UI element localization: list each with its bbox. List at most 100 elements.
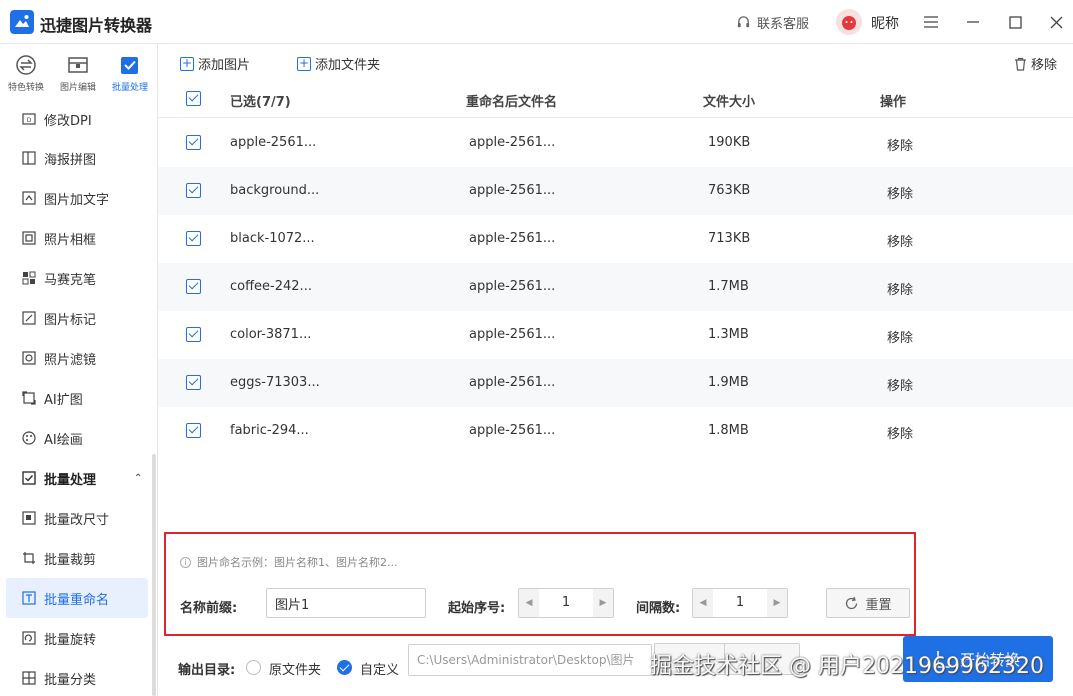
sidebar-item-add-text[interactable]: 图片加文字 [0, 178, 157, 218]
file-size: 1.8MB [708, 423, 749, 438]
row-checkbox[interactable] [186, 423, 201, 438]
start-index-value[interactable]: 1 [539, 589, 593, 617]
interval-value[interactable]: 1 [713, 589, 767, 617]
remove-all-button[interactable]: 移除 [1014, 54, 1057, 73]
table-row: coffee-242... apple-2561... 1.7MB 移除 [158, 263, 1073, 311]
row-checkbox[interactable] [186, 135, 201, 150]
sidebar-scrollbar[interactable] [152, 454, 156, 696]
file-name: fabric-294... [230, 423, 309, 438]
batch-group-icon [22, 471, 36, 485]
sidebar-item-ai-paint[interactable]: AI绘画 [0, 418, 157, 458]
start-index-stepper[interactable]: ◀ 1 ▶ [518, 588, 614, 618]
remove-row-button[interactable]: 移除 [887, 231, 913, 250]
table-row: fabric-294... apple-2561... 1.8MB 移除 [158, 407, 1073, 455]
sidebar-item-label: AI绘画 [44, 432, 83, 448]
maximize-button[interactable] [1004, 11, 1026, 33]
headset-icon [737, 16, 750, 28]
output-path-input[interactable]: C:\Users\Administrator\Desktop\图片 [408, 644, 652, 676]
close-button[interactable] [1045, 11, 1067, 33]
minimize-icon [967, 21, 979, 23]
sidebar-item-batch-rotate[interactable]: 批量旋转 [0, 618, 157, 658]
interval-stepper[interactable]: ◀ 1 ▶ [692, 588, 788, 618]
sidebar-item-label: 照片相框 [44, 232, 97, 248]
add-folder-icon: + [297, 55, 311, 71]
sidebar-item-label: 批量裁剪 [44, 552, 97, 568]
file-table: apple-2561... apple-2561... 190KB 移除 bac… [158, 119, 1073, 455]
sidebar-item-batch-classify[interactable]: 批量分类 [0, 658, 157, 696]
sidebar-item-label: 照片滤镜 [44, 352, 97, 368]
renamed-file-name: apple-2561... [469, 423, 556, 438]
row-checkbox[interactable] [186, 327, 201, 342]
topnav-batch[interactable]: 批量处理 [104, 48, 156, 93]
custom-folder-label[interactable]: 自定义 [360, 659, 399, 678]
sidebar-item-label: 修改DPI [44, 113, 92, 129]
row-checkbox[interactable] [186, 375, 201, 390]
sidebar-item-label: 批量重命名 [44, 592, 110, 608]
remove-row-button[interactable]: 移除 [887, 183, 913, 202]
file-size: 1.3MB [708, 327, 749, 342]
topnav-image-edit[interactable]: 图片编辑 [52, 48, 104, 93]
sidebar-item-mosaic[interactable]: 马赛克笔 [0, 258, 157, 298]
sidebar-item-poster[interactable]: 海报拼图 [0, 138, 157, 178]
topnav-special-convert[interactable]: 特色转换 [0, 48, 52, 93]
sidebar-item-batch-rename[interactable]: 批量重命名 [6, 578, 148, 618]
sidebar-item-label: AI扩图 [44, 392, 83, 408]
header-size: 文件大小 [703, 95, 756, 110]
table-row: background... apple-2561... 763KB 移除 [158, 167, 1073, 215]
add-image-button[interactable]: + 添加图片 [180, 54, 250, 73]
prefix-input[interactable] [266, 588, 426, 618]
header-renamed: 重命名后文件名 [466, 95, 558, 110]
sidebar-item-batch-resize[interactable]: 批量改尺寸 [0, 498, 157, 538]
row-checkbox[interactable] [186, 231, 201, 246]
mosaic-icon [22, 271, 36, 285]
sidebar-list: D 修改DPI 海报拼图 图片加文字 照片相框 马赛克笔 图片标记 照片滤镜 A… [0, 100, 157, 696]
original-folder-label[interactable]: 原文件夹 [269, 659, 321, 678]
decrement-arrow-icon[interactable]: ◀ [519, 589, 539, 617]
reset-button[interactable]: 重置 [826, 588, 910, 618]
add-folder-button[interactable]: + 添加文件夹 [297, 54, 380, 73]
toolbar: + 添加图片 + 添加文件夹 移除 [158, 44, 1073, 80]
support-button[interactable]: 联系客服 [736, 13, 809, 32]
sidebar-item-label: 批量旋转 [44, 632, 97, 648]
remove-all-label: 移除 [1031, 58, 1058, 73]
header-action: 操作 [880, 95, 907, 110]
sidebar-group-batch[interactable]: 批量处理 ⌃ [0, 458, 157, 498]
convert-icon [16, 55, 36, 75]
decrement-arrow-icon[interactable]: ◀ [693, 589, 713, 617]
sidebar-item-filter[interactable]: 照片滤镜 [0, 338, 157, 378]
minimize-button[interactable] [962, 11, 984, 33]
hamburger-icon [924, 16, 938, 28]
sidebar-item-mark[interactable]: 图片标记 [0, 298, 157, 338]
sidebar-item-batch-crop[interactable]: 批量裁剪 [0, 538, 157, 578]
menu-button[interactable] [920, 11, 942, 33]
sidebar-item-ai-expand[interactable]: AI扩图 [0, 378, 157, 418]
add-image-icon: + [180, 55, 194, 71]
refresh-icon [846, 596, 858, 609]
sidebar-item-label: 马赛克笔 [44, 272, 97, 288]
filter-icon [22, 351, 36, 365]
remove-row-button[interactable]: 移除 [887, 327, 913, 346]
topnav-label: 图片编辑 [59, 83, 96, 93]
start-index-label: 起始序号: [448, 601, 506, 616]
remove-row-button[interactable]: 移除 [887, 279, 913, 298]
frame-icon [22, 231, 36, 245]
naming-hint-text: 图片命名示例：图片名称1、图片名称2... [197, 556, 398, 569]
remove-row-button[interactable]: 移除 [887, 375, 913, 394]
text-image-icon [22, 191, 36, 205]
topnav-label: 特色转换 [7, 83, 44, 93]
original-folder-radio[interactable] [246, 660, 261, 675]
row-checkbox[interactable] [186, 183, 201, 198]
sidebar-item-frame[interactable]: 照片相框 [0, 218, 157, 258]
custom-folder-radio[interactable] [337, 660, 352, 675]
sidebar-item-dpi[interactable]: D 修改DPI [0, 100, 157, 138]
increment-arrow-icon[interactable]: ▶ [593, 589, 613, 617]
increment-arrow-icon[interactable]: ▶ [767, 589, 787, 617]
user-nickname[interactable]: 昵称 [871, 13, 899, 33]
row-checkbox[interactable] [186, 279, 201, 294]
prefix-label: 名称前缀: [180, 601, 238, 616]
select-all-checkbox[interactable] [186, 91, 201, 106]
avatar[interactable] [836, 9, 862, 35]
file-size: 713KB [708, 231, 751, 246]
remove-row-button[interactable]: 移除 [887, 135, 913, 154]
remove-row-button[interactable]: 移除 [887, 423, 913, 442]
